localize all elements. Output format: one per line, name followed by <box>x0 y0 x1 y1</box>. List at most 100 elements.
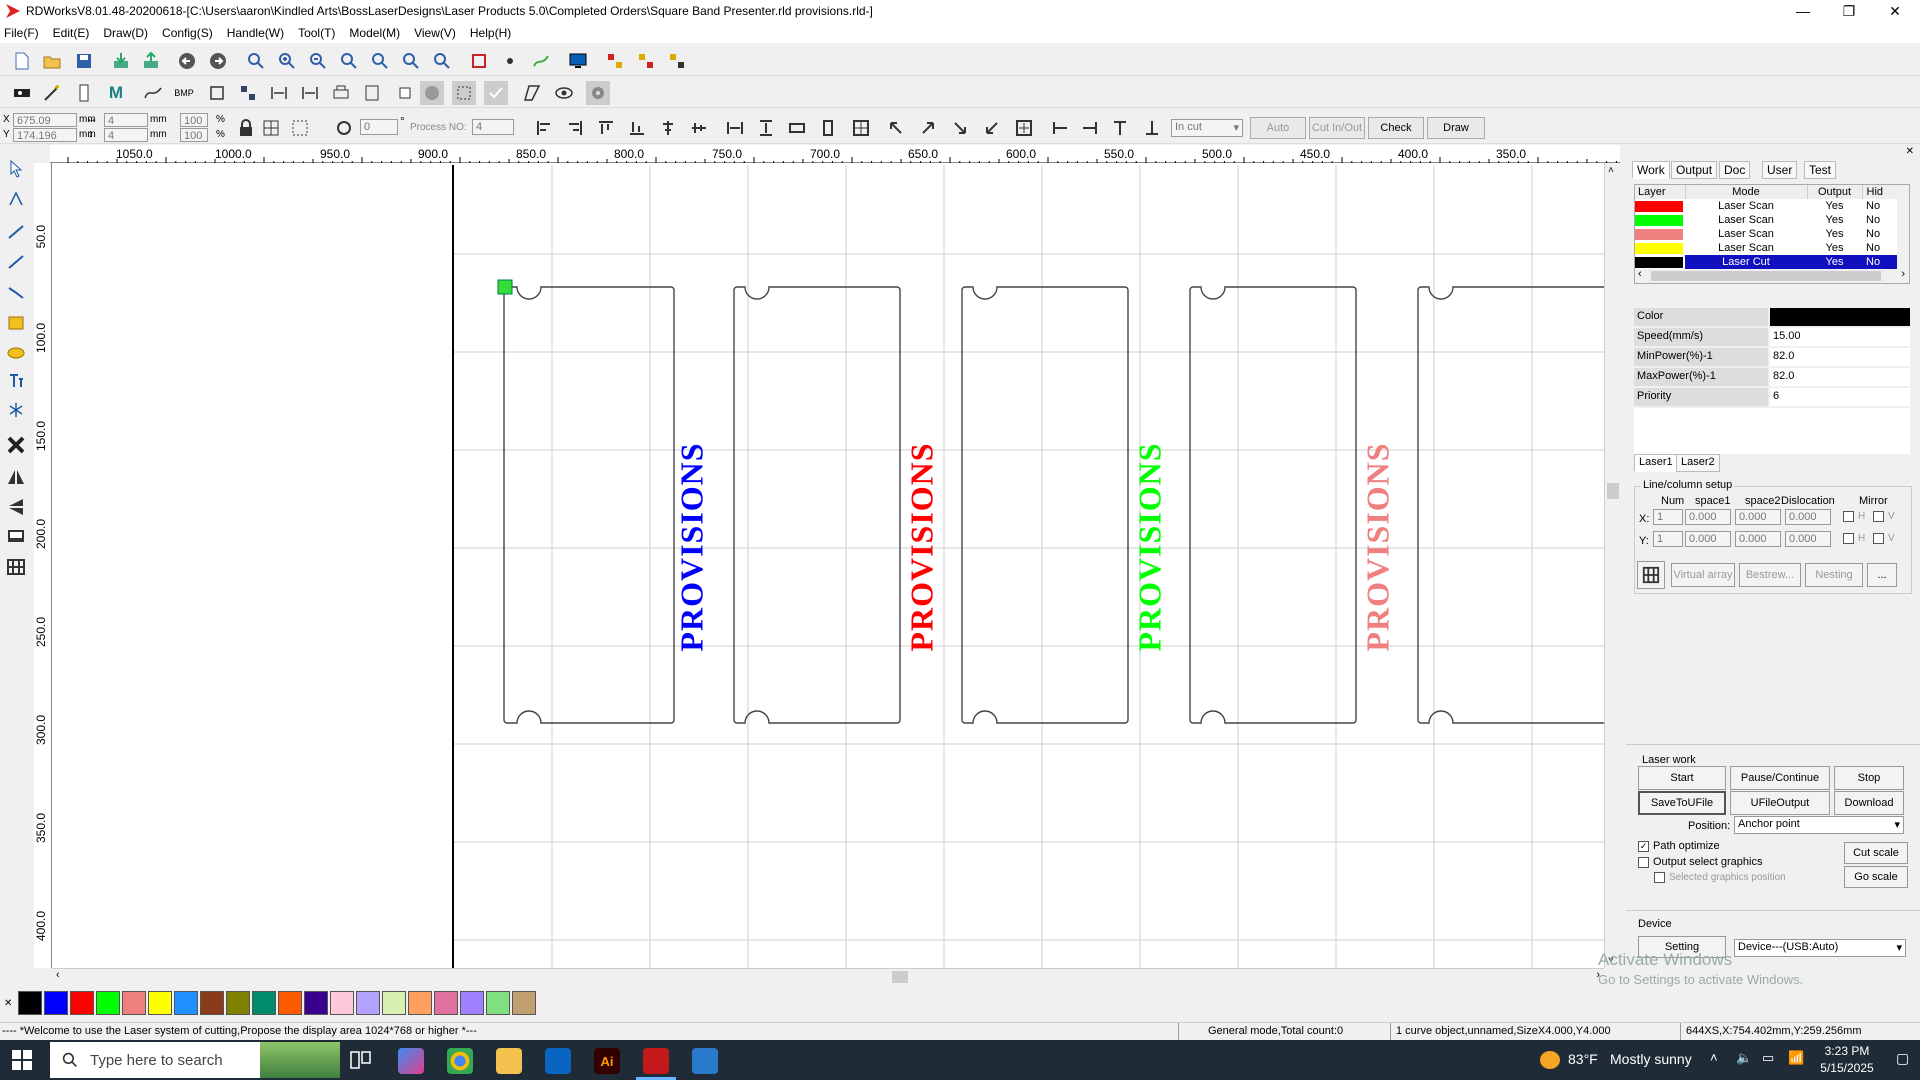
top-edge-icon[interactable] <box>1108 116 1132 140</box>
ellipse-tool-icon[interactable] <box>4 341 28 365</box>
zoom-in-icon[interactable] <box>244 49 268 73</box>
ruler-icon[interactable] <box>72 81 96 105</box>
palette-swatch[interactable] <box>122 991 147 1015</box>
x-mirror-h[interactable]: H <box>1843 511 1865 522</box>
x-space1-field[interactable]: 0.000 <box>1685 509 1731 525</box>
center-h-icon[interactable] <box>656 116 680 140</box>
layer-row[interactable]: Laser Scan Yes No <box>1635 199 1897 213</box>
output-select-option[interactable]: Output select graphics <box>1638 856 1762 868</box>
close-button[interactable]: ✕ <box>1872 0 1918 22</box>
prop-color-swatch[interactable] <box>1770 308 1910 326</box>
width-field[interactable]: 4 <box>104 113 148 127</box>
wifi-icon[interactable]: 📶 <box>1788 1050 1804 1066</box>
move-br-icon[interactable] <box>948 116 972 140</box>
palette-swatch[interactable] <box>44 991 69 1015</box>
scale-h-field[interactable]: 100 <box>180 128 208 142</box>
auto-button[interactable]: Auto <box>1250 117 1306 139</box>
x-position-field[interactable]: 675.09 <box>13 113 77 127</box>
process-no-field[interactable]: 4 <box>472 119 514 135</box>
download-button[interactable]: Download <box>1834 791 1904 815</box>
zoom-select-icon[interactable] <box>368 49 392 73</box>
layer-row-selected[interactable]: Laser Cut Yes No <box>1635 255 1897 269</box>
tab-output[interactable]: Output <box>1671 161 1718 179</box>
tab-laser1[interactable]: Laser1 <box>1634 454 1678 472</box>
illustrator-icon[interactable]: Ai <box>594 1048 620 1074</box>
mirror-h-checkbox[interactable] <box>1843 511 1854 522</box>
prop-value[interactable]: 6 <box>1770 388 1910 406</box>
tab-user[interactable]: User <box>1762 161 1798 179</box>
tab-laser2[interactable]: Laser2 <box>1676 454 1720 472</box>
clock-time[interactable]: 3:23 PM <box>1812 1044 1882 1058</box>
palette-swatch[interactable] <box>486 991 511 1015</box>
same-width-icon[interactable] <box>723 116 747 140</box>
mirror-v-checkbox[interactable] <box>1873 533 1884 544</box>
polyline-tool-icon[interactable] <box>4 250 28 274</box>
x-mirror-v[interactable]: V <box>1873 511 1895 522</box>
bmp-icon[interactable]: BMP <box>172 81 196 105</box>
file-explorer-icon[interactable] <box>496 1048 522 1074</box>
move-tl-icon[interactable] <box>884 116 908 140</box>
vertical-scrollbar[interactable]: ˄ ˅ <box>1604 163 1620 968</box>
palette-swatch[interactable] <box>96 991 121 1015</box>
prop-row-speed[interactable]: Speed(mm/s) 15.00 <box>1634 328 1910 346</box>
menu-draw[interactable]: Draw(D) <box>103 26 148 40</box>
zoom-minus-icon[interactable] <box>306 49 330 73</box>
same-height-icon[interactable] <box>754 116 778 140</box>
select-arrow-icon[interactable] <box>4 157 28 181</box>
palette-swatch[interactable] <box>18 991 43 1015</box>
clock-date[interactable]: 5/15/2025 <box>1812 1061 1882 1075</box>
scale-w-field[interactable]: 100 <box>180 113 208 127</box>
rdworks-icon[interactable] <box>643 1048 669 1074</box>
menu-model[interactable]: Model(M) <box>349 26 400 40</box>
prop-value[interactable]: 82.0 <box>1770 368 1910 386</box>
palette-swatch[interactable] <box>200 991 225 1015</box>
curve-icon[interactable] <box>141 81 165 105</box>
palette-swatch[interactable] <box>148 991 173 1015</box>
save-icon[interactable] <box>72 49 96 73</box>
layer-row[interactable]: Laser Scan Yes No <box>1635 227 1897 241</box>
menu-help[interactable]: Help(H) <box>470 26 511 40</box>
check-mark-icon[interactable] <box>484 81 508 105</box>
snowflake-icon[interactable] <box>4 398 28 422</box>
y-mirror-h[interactable]: H <box>1843 533 1865 544</box>
distribute-icon[interactable] <box>816 116 840 140</box>
new-file-icon[interactable] <box>10 49 34 73</box>
undo-icon[interactable] <box>175 49 199 73</box>
mirror-h-checkbox[interactable] <box>1843 533 1854 544</box>
width-lock-icon[interactable]: ↔ <box>86 113 97 125</box>
tray-chevron-icon[interactable]: ˄ <box>1710 1050 1718 1065</box>
selected-position-option[interactable]: Selected graphics position <box>1654 872 1786 883</box>
right-edge-icon[interactable] <box>1078 116 1102 140</box>
monitor-icon[interactable] <box>566 49 590 73</box>
cut-mode-select[interactable]: In cut ▾ <box>1171 119 1243 137</box>
v-scroll-thumb[interactable] <box>1607 483 1619 499</box>
lock-icon[interactable] <box>234 116 258 140</box>
y-num-field[interactable]: 1 <box>1653 531 1683 547</box>
palette-swatch[interactable] <box>512 991 537 1015</box>
delete-icon[interactable] <box>4 433 28 457</box>
design-canvas[interactable]: PROVISIONS PROVISIONS PROVISIONS PROVISI… <box>52 163 1604 968</box>
ufile-output-button[interactable]: UFileOutput <box>1730 791 1830 815</box>
palette-swatch[interactable] <box>434 991 459 1015</box>
menu-view[interactable]: View(V) <box>414 26 456 40</box>
move-tr-icon[interactable] <box>916 116 940 140</box>
tab-work[interactable]: Work <box>1632 161 1670 179</box>
palette-swatch[interactable] <box>252 991 277 1015</box>
scroll-up-icon[interactable]: ˄ <box>1608 165 1614 176</box>
palette-swatch[interactable] <box>382 991 407 1015</box>
same-size-icon[interactable] <box>785 116 809 140</box>
laser-head-icon[interactable] <box>10 81 34 105</box>
center-v-icon[interactable] <box>687 116 711 140</box>
path-tool-icon[interactable] <box>529 49 553 73</box>
more-options-button[interactable]: ... <box>1867 563 1897 587</box>
height-field[interactable]: 4 <box>104 128 148 142</box>
palette-close-icon[interactable]: ✕ <box>4 998 12 1009</box>
y-space1-field[interactable]: 0.000 <box>1685 531 1731 547</box>
resize-icon[interactable] <box>288 116 312 140</box>
magic-wand-icon[interactable] <box>40 81 64 105</box>
sphere-icon[interactable] <box>420 81 444 105</box>
virtual-array-button[interactable]: Virtual array <box>1671 563 1735 587</box>
palette-swatch[interactable] <box>304 991 329 1015</box>
menu-tool[interactable]: Tool(T) <box>298 26 335 40</box>
bestrew-button[interactable]: Bestrew... <box>1739 563 1801 587</box>
